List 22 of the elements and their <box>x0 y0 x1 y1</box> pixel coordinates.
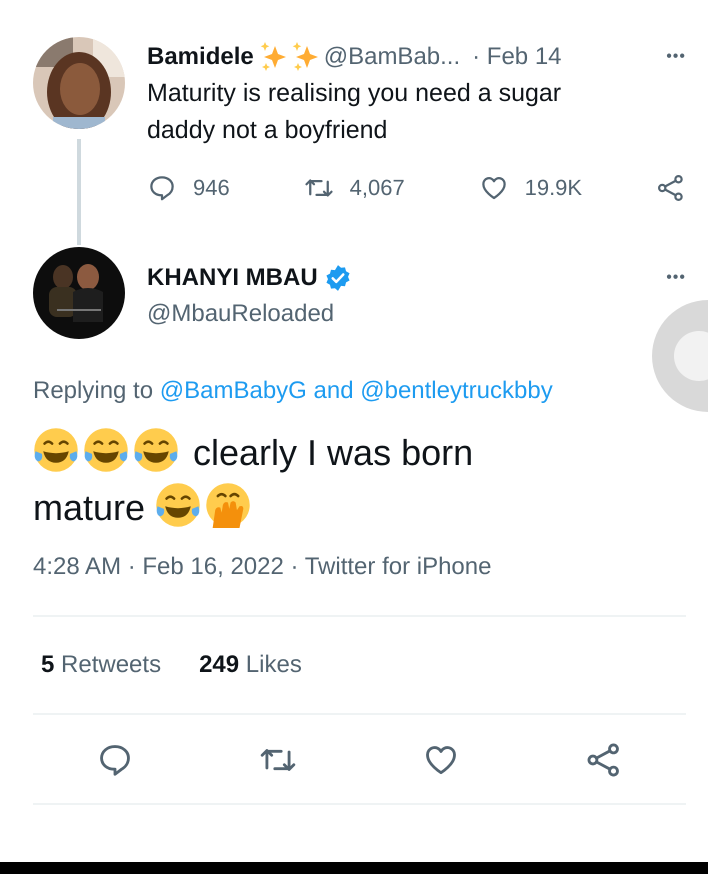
laughing-tears-emoji <box>133 427 179 473</box>
display-name[interactable]: KHANYI MBAU <box>147 264 318 292</box>
like-button[interactable]: 19.9K <box>478 173 582 203</box>
tweet-date: · Feb 14 <box>472 43 562 71</box>
more-button[interactable]: ••• <box>666 269 686 287</box>
engagement-count[interactable]: 5 Retweets <box>41 651 162 679</box>
sparkles-icon <box>292 42 318 72</box>
tweet-text: Maturity is realising you need a sugar daddy not a boyfriend <box>147 78 562 146</box>
laughing-tears-emoji <box>83 427 129 473</box>
tweet-timestamp: 4:28 AM · Feb 16, 2022 · Twitter for iPhone <box>33 553 492 581</box>
laughing-tears-emoji <box>155 482 202 528</box>
hand-over-mouth-emoji <box>205 482 252 528</box>
display-name[interactable]: Bamidele <box>147 43 254 71</box>
sparkles-icon <box>260 42 286 72</box>
retweet-button[interactable]: 4,067 <box>304 173 405 203</box>
user-handle[interactable]: @BamBab... <box>324 43 460 71</box>
engagement-count[interactable]: 249 Likes <box>199 651 302 679</box>
reply-button[interactable]: 946 <box>147 173 230 203</box>
tweet-text: clearly I was born mature <box>33 425 686 535</box>
laughing-tears-emoji <box>33 427 79 473</box>
user-handle[interactable]: @MbauReloaded <box>147 300 334 328</box>
more-button[interactable]: ••• <box>666 48 686 66</box>
